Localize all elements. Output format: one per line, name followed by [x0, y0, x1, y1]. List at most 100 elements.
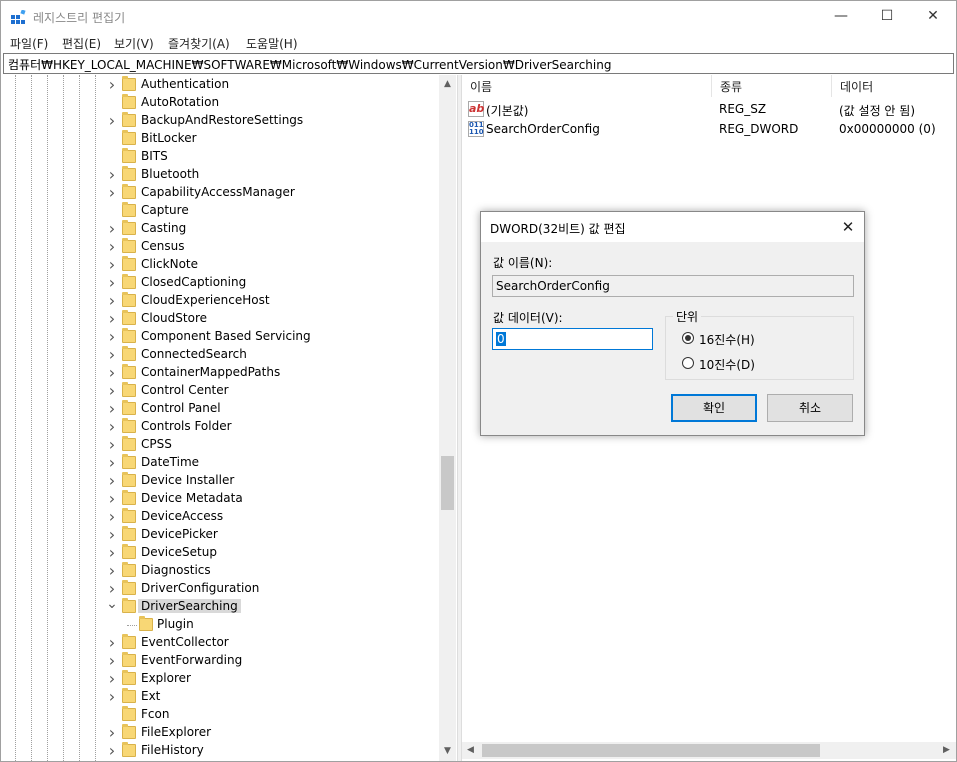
scroll-left-arrow-icon[interactable]: ◀ — [462, 742, 479, 759]
tree-child-item[interactable]: Plugin — [1, 616, 439, 634]
tree-item[interactable]: › CloudStore — [1, 310, 439, 328]
tree-item[interactable]: › Device Metadata — [1, 490, 439, 508]
cancel-button[interactable]: 취소 — [767, 394, 853, 422]
list-horizontal-scrollbar[interactable]: ◀ ▶ — [462, 742, 956, 759]
expand-chevron-icon[interactable]: › — [105, 167, 119, 183]
expand-chevron-icon[interactable]: › — [105, 725, 119, 741]
key-tree[interactable]: › Authentication AutoRotation › BackupAndRes… — [1, 75, 457, 761]
tree-item[interactable]: › Control Center — [1, 382, 439, 400]
list-scroll-thumb[interactable] — [482, 744, 820, 757]
expand-chevron-icon[interactable]: › — [105, 455, 119, 471]
hex-radio[interactable] — [682, 332, 694, 344]
expand-chevron-icon[interactable]: › — [105, 509, 119, 525]
value-row[interactable]: 011 110 SearchOrderConfig REG_DWORD 0x00… — [462, 119, 956, 139]
expand-chevron-icon[interactable]: › — [105, 671, 119, 687]
tree-scroll-thumb[interactable] — [441, 456, 454, 510]
expand-chevron-icon[interactable]: › — [105, 293, 119, 309]
ok-button[interactable]: 확인 — [671, 394, 757, 422]
tree-item[interactable]: › Control Panel — [1, 400, 439, 418]
decimal-radio-label[interactable]: 10진수(D) — [699, 356, 755, 373]
tree-item[interactable]: › Census — [1, 238, 439, 256]
close-button[interactable]: ✕ — [910, 1, 956, 32]
tree-item[interactable]: AutoRotation — [1, 94, 439, 112]
expand-chevron-icon[interactable]: › — [105, 329, 119, 345]
expand-chevron-icon[interactable]: › — [105, 185, 119, 201]
column-header-data[interactable]: 데이터 — [832, 75, 956, 97]
scroll-down-arrow-icon[interactable]: ▼ — [439, 743, 456, 760]
tree-item[interactable]: › Casting — [1, 220, 439, 238]
address-bar[interactable]: 컴퓨터₩HKEY_LOCAL_MACHINE₩SOFTWARE₩Microsof… — [3, 53, 954, 74]
tree-item[interactable]: › Bluetooth — [1, 166, 439, 184]
tree-item[interactable]: › Controls Folder — [1, 418, 439, 436]
scroll-right-arrow-icon[interactable]: ▶ — [938, 742, 955, 759]
expand-chevron-icon[interactable]: › — [105, 257, 119, 273]
hex-radio-label[interactable]: 16진수(H) — [699, 331, 755, 348]
expand-chevron-icon[interactable]: › — [105, 365, 119, 381]
menu-file[interactable]: 파일(F) — [10, 35, 48, 52]
menu-favorites[interactable]: 즐겨찾기(A) — [168, 35, 230, 52]
tree-item[interactable]: › EventForwarding — [1, 652, 439, 670]
tree-vertical-scrollbar[interactable]: ▲ ▼ — [439, 75, 456, 761]
expand-chevron-icon[interactable]: › — [105, 653, 119, 669]
tree-item[interactable]: › Ext — [1, 688, 439, 706]
tree-item[interactable]: › DeviceSetup — [1, 544, 439, 562]
menu-view[interactable]: 보기(V) — [114, 35, 154, 52]
tree-item[interactable]: › Authentication — [1, 76, 439, 94]
expand-chevron-icon[interactable]: › — [105, 419, 119, 435]
menu-help[interactable]: 도움말(H) — [246, 35, 298, 52]
tree-item[interactable]: › ClosedCaptioning — [1, 274, 439, 292]
tree-item[interactable]: › ContainerMappedPaths — [1, 364, 439, 382]
expand-chevron-icon[interactable]: › — [105, 275, 119, 291]
expand-chevron-icon[interactable]: › — [105, 437, 119, 453]
tree-item[interactable]: Capture — [1, 202, 439, 220]
value-data-input[interactable]: 0 — [492, 328, 653, 350]
expand-chevron-icon[interactable]: › — [105, 311, 119, 327]
tree-item[interactable]: › CPSS — [1, 436, 439, 454]
expand-chevron-icon[interactable]: › — [105, 221, 119, 237]
expand-chevron-icon[interactable]: › — [105, 491, 119, 507]
tree-item[interactable]: ⌄ DriverSearching — [1, 597, 439, 616]
expand-chevron-icon[interactable]: › — [105, 77, 119, 93]
scroll-up-arrow-icon[interactable]: ▲ — [439, 76, 456, 93]
tree-item[interactable]: › DeviceAccess — [1, 508, 439, 526]
expand-chevron-icon[interactable]: › — [105, 743, 119, 759]
tree-item[interactable]: BITS — [1, 148, 439, 166]
tree-item[interactable]: › FileHistory — [1, 742, 439, 760]
tree-item[interactable]: › DateTime — [1, 454, 439, 472]
expand-chevron-icon[interactable]: › — [105, 401, 119, 417]
expand-chevron-icon[interactable]: › — [105, 689, 119, 705]
tree-item[interactable]: › DriverConfiguration — [1, 580, 439, 598]
tree-item[interactable]: › BackupAndRestoreSettings — [1, 112, 439, 130]
tree-item[interactable]: › ClickNote — [1, 256, 439, 274]
tree-item[interactable]: › Device Installer — [1, 472, 439, 490]
menu-edit[interactable]: 편집(E) — [62, 35, 101, 52]
expand-chevron-icon[interactable]: › — [105, 563, 119, 579]
maximize-button[interactable]: ☐ — [864, 1, 910, 32]
minimize-button[interactable]: — — [818, 1, 864, 32]
expand-chevron-icon[interactable]: › — [105, 473, 119, 489]
expand-chevron-icon[interactable]: › — [105, 383, 119, 399]
collapse-chevron-icon[interactable]: ⌄ — [105, 597, 119, 614]
expand-chevron-icon[interactable]: › — [105, 545, 119, 561]
tree-item[interactable]: Fcon — [1, 706, 439, 724]
tree-item[interactable]: BitLocker — [1, 130, 439, 148]
expand-chevron-icon[interactable]: › — [105, 581, 119, 597]
tree-item[interactable]: › Explorer — [1, 670, 439, 688]
decimal-radio[interactable] — [682, 357, 694, 369]
expand-chevron-icon[interactable]: › — [105, 113, 119, 129]
expand-chevron-icon[interactable]: › — [105, 527, 119, 543]
column-header-name[interactable]: 이름 — [462, 75, 712, 97]
tree-item[interactable]: › Component Based Servicing — [1, 328, 439, 346]
tree-item[interactable]: › FileExplorer — [1, 724, 439, 742]
value-row[interactable]: ab (기본값) REG_SZ (값 설정 안 됨) — [462, 99, 956, 119]
expand-chevron-icon[interactable]: › — [105, 239, 119, 255]
column-header-type[interactable]: 종류 — [712, 75, 832, 97]
tree-item[interactable]: › DevicePicker — [1, 526, 439, 544]
tree-item[interactable]: › CloudExperienceHost — [1, 292, 439, 310]
tree-item[interactable]: › CapabilityAccessManager — [1, 184, 439, 202]
tree-item[interactable]: › EventCollector — [1, 634, 439, 652]
expand-chevron-icon[interactable]: › — [105, 347, 119, 363]
expand-chevron-icon[interactable]: › — [105, 635, 119, 651]
dialog-close-icon[interactable]: ✕ — [832, 212, 864, 242]
tree-item[interactable]: › ConnectedSearch — [1, 346, 439, 364]
